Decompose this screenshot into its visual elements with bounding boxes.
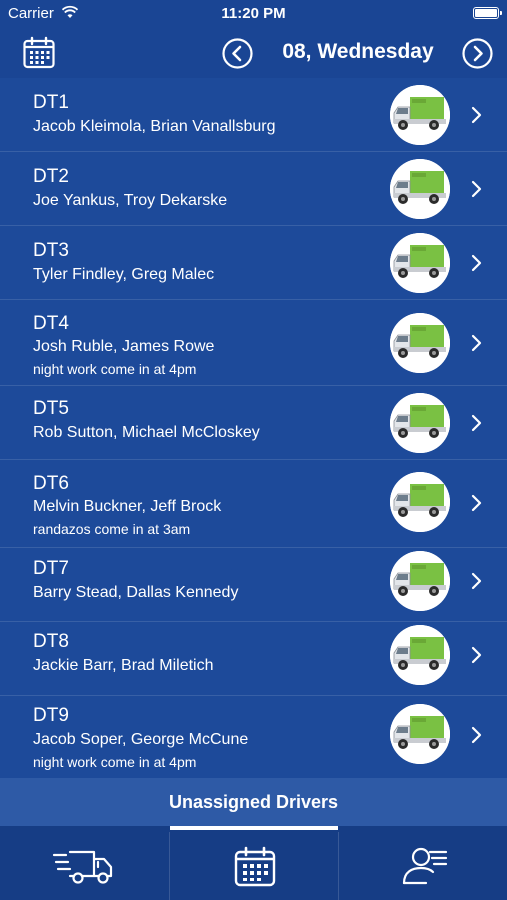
crew-drivers: Jacob Kleimola, Brian Vanallsburg bbox=[33, 118, 276, 135]
calendar-icon bbox=[23, 36, 55, 69]
crew-name: DT1 bbox=[33, 92, 69, 113]
crew-drivers: Melvin Buckner, Jeff Brock bbox=[33, 498, 222, 515]
crew-drivers: Jackie Barr, Brad Miletich bbox=[33, 657, 214, 674]
truck-photo-icon bbox=[390, 313, 450, 373]
page-title: 08, Wednesday bbox=[282, 40, 434, 63]
truck-icon bbox=[52, 850, 113, 884]
chevron-right-icon bbox=[471, 254, 482, 272]
crew-name: DT2 bbox=[33, 166, 69, 187]
truck-avatar bbox=[390, 85, 450, 145]
chevron-right-icon bbox=[471, 334, 482, 352]
unassigned-drivers-button[interactable]: Unassigned Drivers bbox=[0, 778, 507, 826]
crew-row[interactable]: DT6 Melvin Buckner, Jeff Brock randazos … bbox=[0, 460, 507, 548]
crew-drivers: Rob Sutton, Michael McCloskey bbox=[33, 424, 260, 441]
truck-photo-icon bbox=[390, 704, 450, 764]
truck-avatar bbox=[390, 393, 450, 453]
truck-avatar bbox=[390, 625, 450, 685]
nav-bar: 08, Wednesday bbox=[0, 28, 507, 78]
calendar-icon bbox=[234, 846, 276, 887]
crew-name: DT8 bbox=[33, 631, 69, 652]
crew-row[interactable]: DT1 Jacob Kleimola, Brian Vanallsburg bbox=[0, 78, 507, 152]
status-bar: Carrier 11:20 PM bbox=[0, 0, 507, 28]
truck-photo-icon bbox=[390, 625, 450, 685]
tab-trucks[interactable] bbox=[0, 826, 169, 900]
battery-icon bbox=[473, 7, 502, 19]
chevron-right-icon bbox=[471, 726, 482, 744]
chevron-right-icon bbox=[471, 494, 482, 512]
tab-bar bbox=[0, 826, 507, 900]
crew-list: DT1 Jacob Kleimola, Brian Vanallsburg DT… bbox=[0, 78, 507, 778]
crew-row[interactable]: DT8 Jackie Barr, Brad Miletich bbox=[0, 622, 507, 696]
crew-row[interactable]: DT5 Rob Sutton, Michael McCloskey bbox=[0, 386, 507, 460]
chevron-right-icon bbox=[471, 180, 482, 198]
truck-photo-icon bbox=[390, 551, 450, 611]
crew-note: night work come in at 4pm bbox=[33, 361, 197, 377]
status-time: 11:20 PM bbox=[221, 5, 286, 22]
unassigned-drivers-label: Unassigned Drivers bbox=[168, 792, 339, 812]
truck-avatar bbox=[390, 472, 450, 532]
crew-row[interactable]: DT4 Josh Ruble, James Rowe night work co… bbox=[0, 300, 507, 386]
crew-drivers: Barry Stead, Dallas Kennedy bbox=[33, 584, 239, 601]
truck-photo-icon bbox=[390, 159, 450, 219]
chevron-right-icon bbox=[471, 414, 482, 432]
crew-name: DT3 bbox=[33, 240, 69, 261]
calendar-picker-button[interactable] bbox=[22, 36, 56, 70]
crew-row[interactable]: DT9 Jacob Soper, George McCune night wor… bbox=[0, 696, 507, 778]
crew-drivers: Jacob Soper, George McCune bbox=[33, 731, 249, 748]
truck-avatar bbox=[390, 551, 450, 611]
truck-photo-icon bbox=[390, 393, 450, 453]
truck-photo-icon bbox=[390, 233, 450, 293]
chevron-left-circle-icon bbox=[222, 38, 253, 69]
crew-note: randazos come in at 3am bbox=[33, 521, 191, 537]
previous-day-button[interactable] bbox=[222, 38, 253, 69]
truck-avatar bbox=[390, 233, 450, 293]
driver-profile-icon bbox=[402, 847, 448, 885]
chevron-right-icon bbox=[471, 572, 482, 590]
truck-avatar bbox=[390, 159, 450, 219]
crew-name: DT4 bbox=[33, 313, 69, 334]
crew-drivers: Joe Yankus, Troy Dekarske bbox=[33, 192, 228, 209]
next-day-button[interactable] bbox=[462, 38, 493, 69]
crew-row[interactable]: DT2 Joe Yankus, Troy Dekarske bbox=[0, 152, 507, 226]
crew-row[interactable]: DT7 Barry Stead, Dallas Kennedy bbox=[0, 548, 507, 622]
truck-avatar bbox=[390, 704, 450, 764]
chevron-right-icon bbox=[471, 106, 482, 124]
tab-drivers[interactable] bbox=[339, 826, 507, 900]
crew-name: DT7 bbox=[33, 558, 69, 579]
crew-drivers: Josh Ruble, James Rowe bbox=[33, 338, 215, 355]
crew-drivers: Tyler Findley, Greg Malec bbox=[33, 266, 215, 283]
crew-note: night work come in at 4pm bbox=[33, 754, 197, 770]
crew-name: DT9 bbox=[33, 705, 69, 726]
crew-name: DT6 bbox=[33, 473, 69, 494]
crew-name: DT5 bbox=[33, 398, 69, 419]
truck-photo-icon bbox=[390, 85, 450, 145]
chevron-right-icon bbox=[471, 646, 482, 664]
crew-row[interactable]: DT3 Tyler Findley, Greg Malec bbox=[0, 226, 507, 300]
truck-photo-icon bbox=[390, 472, 450, 532]
tab-schedule[interactable] bbox=[170, 826, 338, 900]
truck-avatar bbox=[390, 313, 450, 373]
chevron-right-circle-icon bbox=[462, 38, 493, 69]
